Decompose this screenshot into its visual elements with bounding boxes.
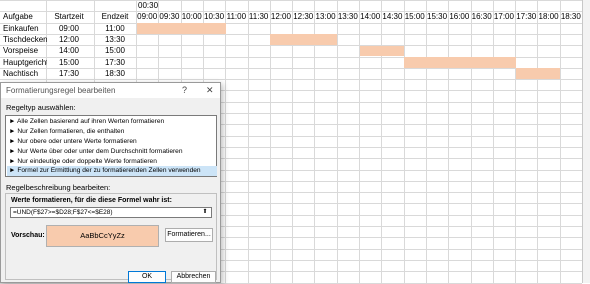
window-edge (582, 0, 590, 283)
end-cell[interactable]: 18:30 (96, 68, 134, 79)
end-cell[interactable]: 17:30 (96, 57, 134, 68)
time-header[interactable]: 13:00 (314, 11, 336, 22)
formula-label: Werte formatieren, für die diese Formel … (11, 197, 172, 204)
help-icon[interactable]: ? (182, 85, 187, 95)
preview-label: Vorschau: (11, 232, 45, 239)
format-button[interactable]: Formatieren... (165, 228, 213, 242)
time-header[interactable]: 18:30 (560, 11, 582, 22)
formula-text: =UND(F$27>=$D28;F$27<=$E28) (13, 209, 113, 216)
start-cell[interactable]: 15:00 (46, 57, 92, 68)
gantt-bar (359, 45, 405, 57)
end-cell[interactable]: 13:30 (96, 34, 134, 45)
row-gridline (0, 0, 582, 1)
dialog-titlebar[interactable]: Formatierungsregel bearbeiten ? ✕ (1, 83, 220, 98)
time-header[interactable]: 12:00 (270, 11, 292, 22)
rule-type-item[interactable]: ► Nur Werte über oder unter dem Durchsch… (9, 147, 213, 157)
gantt-bar (404, 57, 516, 68)
header-task[interactable]: Aufgabe (3, 11, 47, 22)
edit-formatting-rule-dialog: Formatierungsregel bearbeiten ? ✕ Regelt… (0, 82, 221, 283)
end-cell[interactable]: 11:00 (96, 23, 134, 34)
time-header[interactable]: 16:30 (471, 11, 493, 22)
task-cell[interactable]: Nachtisch (3, 68, 47, 79)
time-header[interactable]: 14:30 (381, 11, 403, 22)
col-gridline (537, 0, 539, 283)
start-cell[interactable]: 09:00 (46, 23, 92, 34)
col-gridline (381, 0, 383, 283)
time-header[interactable]: 10:30 (203, 11, 225, 22)
gantt-bar (515, 68, 561, 80)
time-header[interactable]: 11:00 (225, 11, 247, 22)
rule-description-label: Regelbeschreibung bearbeiten: (6, 183, 111, 192)
col-gridline (470, 0, 472, 283)
rule-type-item[interactable]: ► Nur obere oder untere Werte formatiere… (9, 137, 213, 147)
time-header[interactable]: 11:30 (248, 11, 270, 22)
time-header[interactable]: 13:30 (337, 11, 359, 22)
dialog-title: Formatierungsregel bearbeiten (6, 86, 116, 95)
end-cell[interactable]: 15:00 (96, 45, 134, 56)
task-cell[interactable]: Tischdecken (3, 34, 47, 45)
col-gridline (359, 0, 360, 283)
time-header[interactable]: 17:00 (493, 11, 515, 22)
rule-type-label: Regeltyp auswählen: (6, 103, 76, 112)
time-header[interactable]: 15:30 (426, 11, 448, 22)
task-cell[interactable]: Vorspeise (3, 45, 47, 56)
gantt-bar (136, 23, 226, 34)
col-gridline (559, 0, 561, 283)
time-header[interactable]: 10:00 (181, 11, 203, 22)
col-gridline (247, 0, 249, 283)
start-cell[interactable]: 12:00 (46, 34, 92, 45)
rule-type-item[interactable]: ► Alle Zellen basierend auf ihren Werten… (9, 117, 213, 127)
start-cell[interactable]: 17:30 (46, 68, 92, 79)
formula-input[interactable]: =UND(F$27>=$D28;F$27<=$E28) ⬆ (10, 207, 212, 218)
col-gridline (492, 0, 494, 283)
start-cell[interactable]: 14:00 (46, 45, 92, 56)
time-header[interactable]: 12:30 (292, 11, 314, 22)
cancel-button[interactable]: Abbrechen (171, 271, 216, 283)
col-gridline (515, 0, 517, 283)
close-icon[interactable]: ✕ (206, 85, 214, 96)
time-header[interactable]: 09:00 (136, 11, 158, 22)
row-gridline (0, 79, 582, 81)
format-preview: AaBbCcYyZz (46, 225, 159, 247)
header-end[interactable]: Endzeit (96, 11, 134, 22)
col-gridline (448, 0, 450, 283)
time-header[interactable]: 17:30 (515, 11, 537, 22)
col-gridline (425, 0, 427, 283)
time-header[interactable]: 14:00 (359, 11, 381, 22)
collapse-dialog-icon[interactable]: ⬆ (200, 208, 210, 217)
col-gridline (403, 0, 405, 283)
task-cell[interactable]: Hauptgericht (3, 57, 47, 68)
task-cell[interactable]: Einkaufen (3, 23, 47, 34)
gantt-bar (270, 34, 338, 46)
time-header[interactable]: 18:00 (537, 11, 559, 22)
col-gridline (225, 0, 227, 283)
time-header[interactable]: 15:00 (404, 11, 426, 22)
time-header[interactable]: 16:00 (448, 11, 470, 22)
header-start[interactable]: Startzeit (46, 11, 92, 22)
ok-button[interactable]: OK (128, 271, 166, 283)
rule-type-item-selected[interactable]: ► Formel zur Ermittlung der zu formatier… (7, 166, 217, 176)
rule-type-list[interactable]: ► Alle Zellen basierend auf ihren Werten… (5, 115, 217, 177)
rule-description-panel: Werte formatieren, für die diese Formel … (5, 193, 217, 280)
cell-top-interval[interactable]: 00:30 (138, 0, 178, 11)
rule-type-item[interactable]: ► Nur Zellen formatieren, die enthalten (9, 127, 213, 137)
time-header[interactable]: 09:30 (158, 11, 180, 22)
